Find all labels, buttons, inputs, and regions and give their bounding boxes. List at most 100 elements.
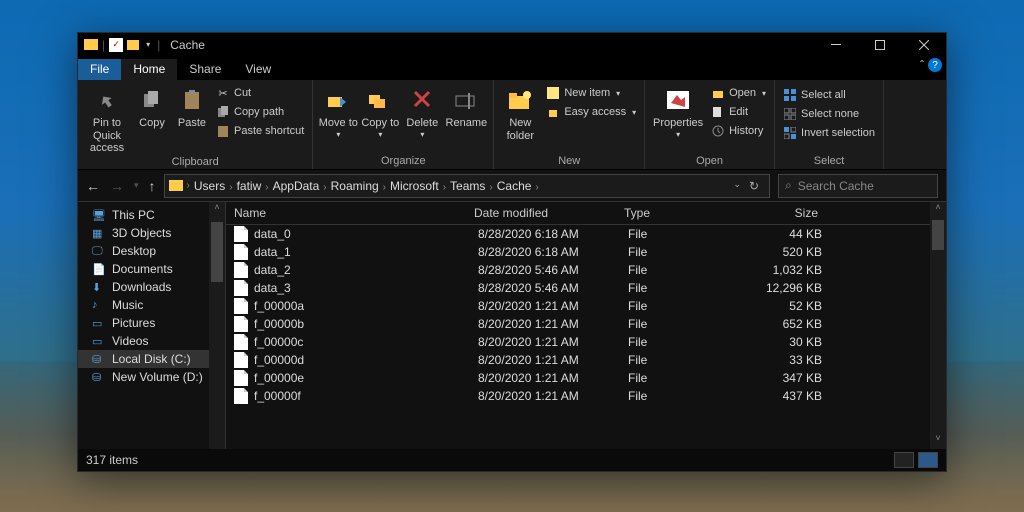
tree-item[interactable]: ⛁New Volume (D:): [78, 368, 225, 386]
copy-to-button[interactable]: Copy to▾: [359, 82, 401, 139]
easy-access-icon: [546, 105, 560, 119]
file-row[interactable]: f_00000a8/20/2020 1:21 AMFile52 KB: [226, 297, 946, 315]
qat-dropdown-icon[interactable]: ▾: [143, 40, 153, 49]
explorer-window: | ✓ ▾ | Cache File Home Share View ˆ ? P…: [77, 32, 947, 472]
tree-item[interactable]: ▭Videos: [78, 332, 225, 350]
file-row[interactable]: data_38/28/2020 5:46 AMFile12,296 KB: [226, 279, 946, 297]
tree-item-label: New Volume (D:): [112, 370, 203, 384]
qat-folder-icon[interactable]: [127, 40, 139, 50]
file-type: File: [620, 335, 730, 349]
edit-button[interactable]: Edit: [707, 103, 770, 121]
copy-path-button[interactable]: Copy path: [212, 103, 308, 121]
move-to-icon: [324, 86, 352, 114]
rename-button[interactable]: Rename: [443, 82, 489, 130]
file-list[interactable]: Name Date modified Type Size data_08/28/…: [226, 202, 946, 449]
tree-item[interactable]: 📄Documents: [78, 260, 225, 278]
nav-back-button[interactable]: ←: [86, 178, 100, 194]
scroll-thumb[interactable]: [932, 220, 944, 250]
column-size[interactable]: Size: [726, 206, 826, 220]
file-row[interactable]: f_00000f8/20/2020 1:21 AMFile437 KB: [226, 387, 946, 405]
cut-icon: ✂: [216, 86, 230, 100]
file-row[interactable]: data_08/28/2020 6:18 AMFile44 KB: [226, 225, 946, 243]
scroll-up-icon[interactable]: ˄: [930, 202, 946, 218]
file-type: File: [620, 263, 730, 277]
select-all-button[interactable]: Select all: [779, 86, 879, 104]
open-icon: [711, 86, 725, 100]
maximize-button[interactable]: [858, 33, 902, 56]
pin-quick-access-button[interactable]: Pin to Quick access: [82, 82, 132, 155]
column-name[interactable]: Name: [226, 206, 466, 220]
tree-item[interactable]: ⬇Downloads: [78, 278, 225, 296]
move-to-button[interactable]: Move to▾: [317, 82, 359, 139]
properties-button[interactable]: Properties▾: [649, 82, 707, 139]
chevron-right-icon[interactable]: ›: [535, 182, 538, 193]
breadcrumb-segment[interactable]: AppData: [269, 179, 324, 193]
select-all-icon: [783, 88, 797, 102]
tree-item[interactable]: ⛁Local Disk (C:): [78, 350, 225, 368]
tab-view[interactable]: View: [233, 59, 283, 80]
breadcrumb-segment[interactable]: Roaming: [327, 179, 383, 193]
view-details-button[interactable]: [894, 452, 914, 468]
breadcrumb-segment[interactable]: Users: [190, 179, 229, 193]
close-button[interactable]: [902, 33, 946, 56]
column-type[interactable]: Type: [616, 206, 726, 220]
scroll-thumb[interactable]: [211, 222, 223, 282]
rename-icon: [452, 86, 480, 114]
help-icon[interactable]: ?: [928, 58, 942, 72]
cut-button[interactable]: ✂Cut: [212, 84, 308, 102]
tree-item[interactable]: 🖵Desktop: [78, 242, 225, 260]
delete-button[interactable]: Delete▾: [401, 82, 443, 139]
history-button[interactable]: History: [707, 122, 770, 140]
copy-button[interactable]: Copy: [132, 82, 172, 130]
refresh-icon[interactable]: ↻: [749, 179, 759, 193]
breadcrumb-segment[interactable]: Cache: [493, 179, 536, 193]
select-none-button[interactable]: Select none: [779, 105, 879, 123]
minimize-button[interactable]: [814, 33, 858, 56]
file-row[interactable]: f_00000e8/20/2020 1:21 AMFile347 KB: [226, 369, 946, 387]
collapse-ribbon-icon[interactable]: ˆ: [920, 58, 924, 72]
title-bar[interactable]: | ✓ ▾ | Cache: [78, 33, 946, 56]
paste-shortcut-button[interactable]: Paste shortcut: [212, 122, 308, 140]
file-row[interactable]: data_28/28/2020 5:46 AMFile1,032 KB: [226, 261, 946, 279]
search-input[interactable]: ⌕ Search Cache: [778, 174, 938, 198]
qat-properties-icon[interactable]: ✓: [109, 38, 123, 52]
breadcrumb-segment[interactable]: Teams: [446, 179, 489, 193]
tree-scrollbar[interactable]: ˄: [209, 202, 225, 449]
new-folder-button[interactable]: New folder: [498, 82, 542, 142]
tree-item[interactable]: ▦3D Objects: [78, 224, 225, 242]
tree-item[interactable]: ▭Pictures: [78, 314, 225, 332]
file-row[interactable]: f_00000d8/20/2020 1:21 AMFile33 KB: [226, 351, 946, 369]
tree-item[interactable]: 🖥This PC: [78, 206, 225, 224]
tree-item-label: This PC: [112, 208, 155, 222]
open-button[interactable]: Open▾: [707, 84, 770, 102]
tab-share[interactable]: Share: [177, 59, 233, 80]
paste-button[interactable]: Paste: [172, 82, 212, 130]
breadcrumb[interactable]: › Users›fatiw›AppData›Roaming›Microsoft›…: [164, 174, 770, 198]
invert-selection-button[interactable]: Invert selection: [779, 124, 879, 142]
file-row[interactable]: f_00000c8/20/2020 1:21 AMFile30 KB: [226, 333, 946, 351]
nav-recent-dropdown[interactable]: ▾: [134, 180, 139, 191]
breadcrumb-segment[interactable]: Microsoft: [386, 179, 443, 193]
tree-item-label: Downloads: [112, 280, 171, 294]
new-item-button[interactable]: New item▾: [542, 84, 640, 102]
breadcrumb-segment[interactable]: fatiw: [233, 179, 266, 193]
scroll-down-icon[interactable]: ˅: [930, 433, 946, 449]
group-select: Select: [779, 154, 879, 169]
list-scrollbar[interactable]: ˄ ˅: [930, 202, 946, 449]
file-row[interactable]: data_18/28/2020 6:18 AMFile520 KB: [226, 243, 946, 261]
tree-item[interactable]: ♪Music: [78, 296, 225, 314]
easy-access-button[interactable]: Easy access▾: [542, 103, 640, 121]
tab-file[interactable]: File: [78, 59, 121, 80]
file-row[interactable]: f_00000b8/20/2020 1:21 AMFile652 KB: [226, 315, 946, 333]
tree-item-label: Local Disk (C:): [112, 352, 191, 366]
breadcrumb-dropdown-icon[interactable]: ⌄: [733, 179, 741, 193]
column-date[interactable]: Date modified: [466, 206, 616, 220]
navigation-tree[interactable]: 🖥This PC▦3D Objects🖵Desktop📄Documents⬇Do…: [78, 202, 226, 449]
view-large-button[interactable]: [918, 452, 938, 468]
scroll-up-icon[interactable]: ˄: [209, 202, 225, 218]
tab-home[interactable]: Home: [121, 59, 177, 80]
column-headers[interactable]: Name Date modified Type Size: [226, 202, 946, 225]
nav-forward-button[interactable]: →: [110, 178, 124, 194]
window-title: Cache: [164, 38, 205, 52]
nav-up-button[interactable]: ↑: [149, 178, 156, 194]
